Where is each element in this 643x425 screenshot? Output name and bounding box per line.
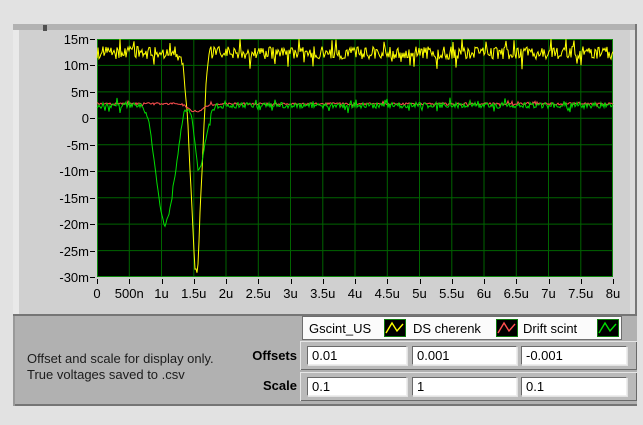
y-tick-mark [90, 65, 95, 66]
y-tick-label: 5m [49, 86, 89, 99]
x-tick-mark [484, 279, 485, 284]
plot-legend: Gscint_US DS cherenk Drift scint [302, 316, 622, 340]
y-tick-label: -20m [49, 218, 89, 231]
y-tick-label: -10m [49, 165, 89, 178]
x-tick-mark [291, 279, 292, 284]
offset-input-drift-scint[interactable] [521, 346, 627, 365]
x-tick-mark [355, 279, 356, 284]
x-tick-mark [452, 279, 453, 284]
y-tick-mark [90, 145, 95, 146]
panel-top-notch [43, 25, 47, 31]
y-tick-label: -30m [49, 271, 89, 284]
note-line-2: True voltages saved to .csv [27, 367, 214, 383]
y-tick-mark [90, 224, 95, 225]
legend-swatch-drift-scint[interactable] [597, 319, 619, 337]
x-tick-mark [162, 279, 163, 284]
y-tick-label: -5m [49, 139, 89, 152]
plot-canvas [97, 39, 613, 277]
note-line-1: Offset and scale for display only. [27, 351, 214, 367]
window: { "window": { "bg": "#e2e2e2", "panel_bg… [0, 0, 643, 425]
front-panel: 15m10m5m0-5m-10m-15m-20m-25m-30m0500n1u1… [13, 24, 637, 406]
scale-label: Scale [193, 378, 297, 393]
offset-input-gscint-us[interactable] [307, 346, 407, 365]
x-tick-mark [613, 279, 614, 284]
legend-label-gscint-us[interactable]: Gscint_US [309, 321, 371, 336]
x-tick-mark [129, 279, 130, 284]
legend-swatch-gscint-us[interactable] [384, 319, 406, 337]
x-tick-mark [194, 279, 195, 284]
scale-row [300, 372, 637, 401]
y-tick-label: -25m [49, 245, 89, 258]
y-tick-label: -15m [49, 192, 89, 205]
x-tick-mark [420, 279, 421, 284]
y-tick-mark [90, 198, 95, 199]
y-tick-label: 15m [49, 33, 89, 46]
offsets-label: Offsets [193, 348, 297, 363]
y-tick-label: 10m [49, 59, 89, 72]
x-tick-mark [258, 279, 259, 284]
scale-input-ds-cherenk[interactable] [412, 377, 517, 396]
x-tick-mark [323, 279, 324, 284]
y-tick-mark [90, 92, 95, 93]
x-tick-label: 8u [591, 287, 635, 300]
x-tick-mark [226, 279, 227, 284]
y-tick-mark [90, 171, 95, 172]
y-tick-mark [90, 251, 95, 252]
x-tick-mark [97, 279, 98, 284]
scale-input-drift-scint[interactable] [521, 377, 627, 396]
note-text: Offset and scale for display only. True … [27, 351, 214, 383]
scale-input-gscint-us[interactable] [307, 377, 407, 396]
controls-section: Offset and scale for display only. True … [13, 314, 637, 406]
legend-label-ds-cherenk[interactable]: DS cherenk [413, 321, 481, 336]
y-tick-mark [90, 118, 95, 119]
legend-swatch-ds-cherenk[interactable] [496, 319, 518, 337]
legend-label-drift-scint[interactable]: Drift scint [523, 321, 577, 336]
y-tick-label: 0 [49, 112, 89, 125]
y-tick-mark [90, 277, 95, 278]
x-tick-mark [549, 279, 550, 284]
offset-input-ds-cherenk[interactable] [412, 346, 517, 365]
offsets-row [300, 341, 637, 370]
x-tick-mark [516, 279, 517, 284]
x-tick-mark [581, 279, 582, 284]
y-tick-mark [90, 39, 95, 40]
x-tick-mark [387, 279, 388, 284]
waveform-graph: 15m10m5m0-5m-10m-15m-20m-25m-30m0500n1u1… [97, 39, 613, 277]
